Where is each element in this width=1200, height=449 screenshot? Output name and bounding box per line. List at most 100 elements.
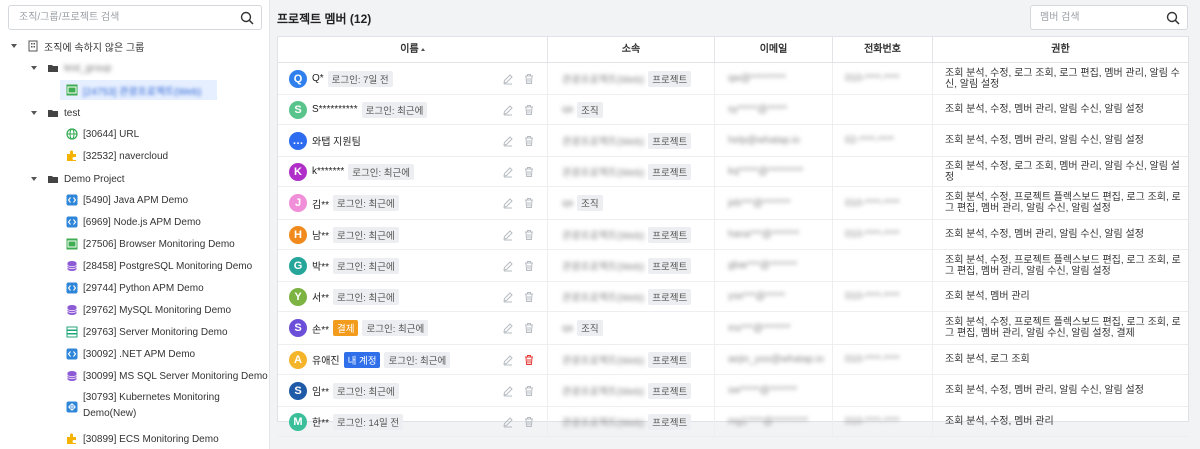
column-header-email[interactable]: 이메일 [715, 37, 833, 63]
edit-icon[interactable] [502, 197, 514, 209]
sort-asc-icon [420, 47, 425, 51]
tree-item-label: [29762] MySQL Monitoring Demo [83, 304, 232, 316]
last-login-chip: 로그인: 최근에 [332, 257, 399, 274]
chevron-down-icon[interactable] [31, 177, 37, 181]
member-search-input[interactable] [1031, 6, 1151, 29]
chevron-down-icon[interactable] [11, 44, 17, 48]
table-row: Kk******* 로그인: 최근에 관광프로젝트(Web) 프로젝트 kq*****@… [278, 157, 1188, 187]
tree-item-ecs[interactable]: [30899] ECS Monitoring Demo [66, 431, 219, 447]
edit-icon[interactable] [502, 73, 514, 85]
tree-group-test[interactable]: test [31, 105, 80, 121]
column-header-permissions[interactable]: 권한 [933, 37, 1188, 63]
member-phone-cell: 010-****-**** [833, 407, 933, 436]
delete-icon[interactable] [523, 229, 535, 241]
browser-monitoring-icon [66, 84, 78, 96]
edit-icon[interactable] [502, 135, 514, 147]
row-actions [502, 260, 535, 272]
avatar: H [289, 225, 307, 244]
delete-icon[interactable] [523, 73, 535, 85]
avatar: S [289, 100, 307, 119]
row-actions [502, 354, 535, 366]
permission-text: 조회 분석, 로그 조회 [945, 354, 1030, 365]
delete-icon[interactable] [523, 166, 535, 178]
last-login-chip: 로그인: 최근에 [384, 351, 451, 368]
tree-root-ungrouped[interactable]: 조직에 속하지 않은 그룹 [11, 38, 144, 54]
tree-group-demo[interactable]: Demo Project [31, 171, 125, 187]
delete-icon[interactable] [523, 385, 535, 397]
edit-icon[interactable] [502, 229, 514, 241]
edit-icon[interactable] [502, 416, 514, 428]
column-header-org[interactable]: 소속 [548, 37, 715, 63]
member-name: 박** [312, 262, 329, 273]
code-apm-icon [66, 194, 78, 206]
edit-icon[interactable] [502, 104, 514, 116]
member-name: 임** [312, 387, 329, 398]
chevron-down-icon[interactable] [31, 111, 37, 115]
delete-icon[interactable] [523, 135, 535, 147]
member-name: 서** [312, 293, 329, 304]
column-header-phone[interactable]: 전화번호 [833, 37, 933, 63]
tree-item-url[interactable]: [30644] URL [66, 126, 139, 142]
tree-group-1[interactable]: test_group [31, 60, 111, 76]
member-name: k******* [312, 166, 345, 177]
tree-item-mssql[interactable]: [30099] MS SQL Server Monitoring Demo [66, 368, 268, 384]
tree-item-label-cont: Demo(New) [83, 408, 137, 419]
tree-item-python[interactable]: [29744] Python APM Demo [66, 280, 204, 296]
edit-icon[interactable] [502, 354, 514, 366]
row-actions [502, 73, 535, 85]
phone-value: 02-****-**** [845, 135, 894, 146]
table-row: J 김** 로그인: 최근에 qa 조직 jeb***@******* 010-****-*… [278, 187, 1188, 220]
avatar: J [289, 194, 307, 212]
org-type-chip: 프로젝트 [648, 70, 692, 87]
delete-icon[interactable] [523, 260, 535, 272]
tree-item-postgresql[interactable]: [28458] PostgreSQL Monitoring Demo [66, 258, 252, 274]
email-value: aejin_yoo@whatap.io [728, 354, 824, 365]
table-row: M 한** 로그인: 14일 전 관광프로젝트(Web) 프로젝트 mg1****@***… [278, 407, 1188, 437]
project-search-input[interactable] [9, 6, 224, 29]
member-name: 유애진 [312, 356, 340, 367]
permission-text: 조회 분석, 수정, 멤버 관리, 알림 수신, 알림 설정 [945, 229, 1144, 240]
tree-item-nodejs[interactable]: [6969] Node.js APM Demo [66, 214, 201, 230]
member-rows: Q Q* 로그인: 7일 전 관광프로젝트(Web) 프로젝트 qw@********* 0… [278, 63, 1188, 437]
delete-icon[interactable] [523, 322, 535, 334]
tree-item-kubernetes[interactable]: [30793] Kubernetes Monitoring Demo(New) [66, 390, 220, 424]
permission-text: 조회 분석, 멤버 관리 [945, 291, 1030, 302]
globe-icon [66, 128, 78, 140]
tree-item-navercloud[interactable]: [32532] navercloud [66, 148, 168, 164]
row-actions [502, 166, 535, 178]
tree-item-server[interactable]: [29763] Server Monitoring Demo [66, 324, 228, 340]
org-type-chip: 프로젝트 [648, 288, 692, 305]
delete-icon[interactable] [523, 291, 535, 303]
org-name: 관광프로젝트(Web) [562, 418, 645, 429]
delete-icon[interactable] [523, 354, 535, 366]
tree-item-group1-project[interactable]: [24753] 관광프로젝트(Web) [66, 82, 201, 98]
edit-icon[interactable] [502, 260, 514, 272]
chevron-down-icon[interactable] [31, 66, 37, 70]
org-name: qa [562, 322, 574, 334]
edit-icon[interactable] [502, 166, 514, 178]
tree-item-dotnet[interactable]: [30092] .NET APM Demo [66, 346, 195, 362]
org-type-chip: 조직 [577, 195, 603, 211]
delete-icon[interactable] [523, 416, 535, 428]
member-permission-cell: 조회 분석, 수정, 멤버 관리, 알림 수신, 알림 설정 [933, 375, 1188, 406]
search-icon[interactable] [239, 10, 255, 26]
member-name: S********** [312, 104, 358, 115]
member-email-cell: aejin_yoo@whatap.io [715, 345, 833, 374]
delete-icon[interactable] [523, 197, 535, 209]
row-actions [502, 104, 535, 116]
org-name: 관광프로젝트(Web) [562, 262, 645, 273]
row-actions [502, 197, 535, 209]
tree-item-label: [6969] Node.js APM Demo [83, 216, 201, 228]
edit-icon[interactable] [502, 291, 514, 303]
delete-icon[interactable] [523, 104, 535, 116]
tree-item-mysql[interactable]: [29762] MySQL Monitoring Demo [66, 302, 231, 318]
edit-icon[interactable] [502, 385, 514, 397]
member-email-cell: kq*****@********* [715, 157, 833, 186]
org-type-chip: 프로젝트 [648, 351, 692, 368]
tree-item-java[interactable]: [5490] Java APM Demo [66, 192, 188, 208]
column-header-name[interactable]: 이름 [278, 37, 548, 63]
search-icon[interactable] [1165, 10, 1181, 26]
tree-item-browser[interactable]: [27506] Browser Monitoring Demo [66, 236, 235, 252]
edit-icon[interactable] [502, 322, 514, 334]
org-name: 관광프로젝트(Web) [562, 75, 645, 86]
